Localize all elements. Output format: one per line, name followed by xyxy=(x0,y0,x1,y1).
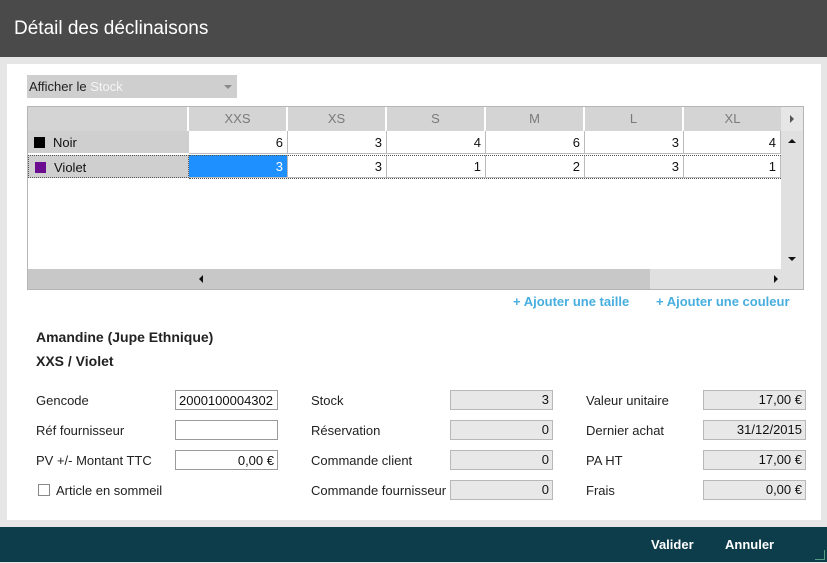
gencode-label: Gencode xyxy=(36,393,89,408)
grid-corner-header xyxy=(28,107,189,131)
size-header-xxs[interactable]: XXS xyxy=(189,107,288,131)
row-header-noir[interactable]: Noir xyxy=(28,131,189,154)
size-header-s[interactable]: S xyxy=(387,107,486,131)
stock-label: Stock xyxy=(311,393,344,408)
grid-cell[interactable]: 1 xyxy=(684,155,781,178)
pa-ht-label: PA HT xyxy=(586,453,623,468)
row-label-violet: Violet xyxy=(54,160,87,175)
color-swatch-violet xyxy=(35,162,46,173)
variants-grid: XXS XS S M L XL Noir 6 3 4 6 3 4 Violet … xyxy=(27,106,804,290)
main-panel: Afficher le Stock XXS XS S M L XL Noir 6… xyxy=(7,64,821,520)
client-order-label: Commande client xyxy=(311,453,413,468)
size-header-m[interactable]: M xyxy=(486,107,585,131)
supplier-ref-input[interactable] xyxy=(175,420,278,440)
resize-grip-icon[interactable] xyxy=(815,550,825,560)
cancel-button[interactable]: Annuler xyxy=(725,527,774,562)
client-order-value: 0 xyxy=(450,450,553,470)
grid-cell[interactable]: 6 xyxy=(486,131,585,154)
title-bar: Détail des déclinaisons xyxy=(0,0,827,57)
grid-cell-selected[interactable]: 3 xyxy=(189,155,288,178)
reservation-value: 0 xyxy=(450,420,553,440)
unit-value-value: 17,00 € xyxy=(703,390,806,410)
row-header-violet[interactable]: Violet xyxy=(28,155,189,178)
validate-button[interactable]: Valider xyxy=(651,527,694,562)
pv-amount-label: PV +/- Montant TTC xyxy=(36,453,152,468)
size-header-xs[interactable]: XS xyxy=(288,107,387,131)
add-size-link[interactable]: + Ajouter une taille xyxy=(513,294,629,309)
arrow-right-icon xyxy=(774,275,778,283)
chevron-down-icon xyxy=(224,85,232,89)
grid-cell[interactable]: 1 xyxy=(387,155,486,178)
sleep-checkbox[interactable] xyxy=(38,484,50,496)
grid-cell[interactable]: 6 xyxy=(189,131,288,154)
color-swatch-noir xyxy=(34,137,45,148)
product-name: Amandine (Jupe Ethnique) xyxy=(36,329,214,345)
fees-value: 0,00 € xyxy=(703,480,806,500)
grid-cell[interactable]: 3 xyxy=(585,131,684,154)
size-header-l[interactable]: L xyxy=(585,107,684,131)
row-label-noir: Noir xyxy=(53,135,77,150)
display-select-value: Stock xyxy=(90,79,123,94)
footer-bar: Valider Annuler xyxy=(0,527,827,562)
grid-cell[interactable]: 4 xyxy=(387,131,486,154)
add-color-link[interactable]: + Ajouter une couleur xyxy=(656,294,790,309)
arrow-up-icon xyxy=(788,139,796,143)
pa-ht-value: 17,00 € xyxy=(703,450,806,470)
last-purchase-value: 31/12/2015 xyxy=(703,420,806,440)
arrow-left-icon xyxy=(199,275,203,283)
fees-label: Frais xyxy=(586,483,615,498)
arrow-down-icon xyxy=(788,257,796,261)
scroll-right-header-button[interactable] xyxy=(781,107,803,131)
unit-value-label: Valeur unitaire xyxy=(586,393,669,408)
product-variant: XXS / Violet xyxy=(36,353,114,369)
supplier-ref-label: Réf fournisseur xyxy=(36,423,125,438)
chevron-right-icon xyxy=(790,115,794,123)
vertical-scrollbar-arrows xyxy=(788,139,796,261)
horizontal-scrollbar-arrows xyxy=(199,275,778,283)
gencode-input[interactable] xyxy=(175,390,278,410)
stock-value: 3 xyxy=(450,390,553,410)
display-select[interactable]: Afficher le Stock xyxy=(27,75,237,98)
grid-cell[interactable]: 4 xyxy=(684,131,781,154)
grid-cell[interactable]: 3 xyxy=(288,155,387,178)
supplier-order-label: Commande fournisseur xyxy=(311,483,447,498)
horizontal-scrollbar[interactable] xyxy=(28,269,803,289)
grid-cell[interactable]: 3 xyxy=(288,131,387,154)
reservation-label: Réservation xyxy=(311,423,381,438)
sleep-label: Article en sommeil xyxy=(56,483,163,498)
size-header-xl[interactable]: XL xyxy=(684,107,781,131)
vertical-scrollbar[interactable] xyxy=(781,131,803,269)
last-purchase-label: Dernier achat xyxy=(586,423,665,438)
display-select-prefix: Afficher le xyxy=(29,79,87,94)
pv-amount-input[interactable] xyxy=(175,450,278,470)
grid-cell[interactable]: 2 xyxy=(486,155,585,178)
window-title: Détail des déclinaisons xyxy=(14,18,209,39)
supplier-order-value: 0 xyxy=(450,480,553,500)
grid-cell[interactable]: 3 xyxy=(585,155,684,178)
